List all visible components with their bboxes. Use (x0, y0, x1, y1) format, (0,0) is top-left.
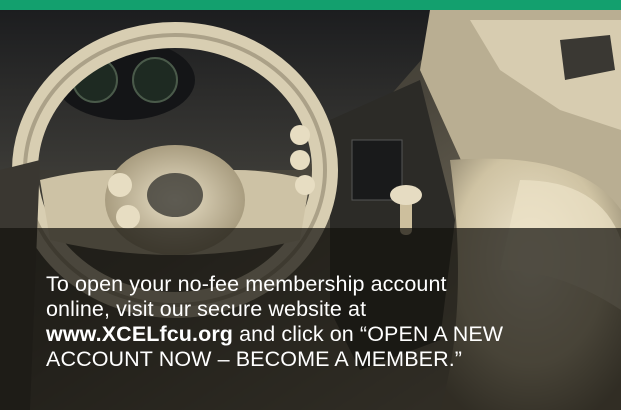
caption-line-3-rest: and click on “OPEN A NEW (233, 322, 504, 346)
brand-color-strip (0, 0, 621, 10)
membership-ad: To open your no-fee membership account o… (0, 0, 621, 410)
caption-line-2: online, visit our secure website at (46, 297, 367, 321)
caption-line-3: www.XCELfcu.org and click on “OPEN A NEW (46, 322, 591, 347)
membership-instructions: To open your no-fee membership account o… (46, 272, 591, 372)
website-url[interactable]: www.XCELfcu.org (46, 322, 233, 346)
caption-line-1: To open your no-fee membership account (46, 272, 447, 296)
caption-line-4: ACCOUNT NOW – BECOME A MEMBER.” (46, 347, 463, 371)
